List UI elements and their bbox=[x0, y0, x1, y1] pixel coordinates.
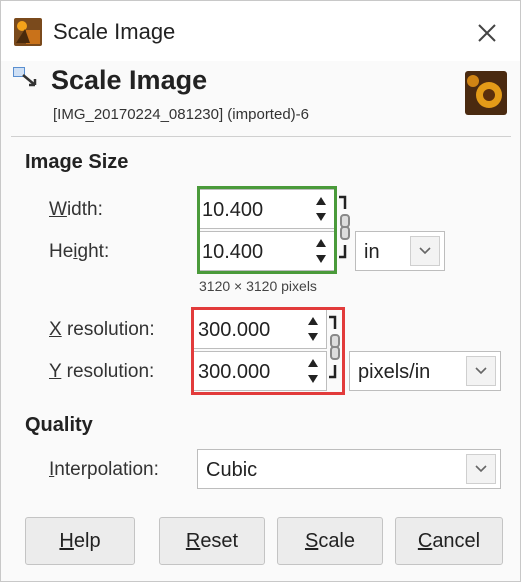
quality-section-title: Quality bbox=[25, 414, 93, 436]
image-thumbnail bbox=[465, 71, 507, 115]
chain-link-icon[interactable] bbox=[337, 193, 353, 263]
interpolation-value: Cubic bbox=[206, 459, 258, 481]
help-button[interactable]: Help bbox=[25, 517, 135, 565]
scale-tool-icon bbox=[13, 67, 37, 87]
width-label: Width: bbox=[49, 199, 103, 220]
y-resolution-label: Y resolution: bbox=[49, 361, 155, 382]
height-label: Height: bbox=[49, 241, 110, 262]
title-bar[interactable]: Scale Image bbox=[1, 1, 520, 61]
scale-image-dialog: Scale Image Scale Image [IMG_20170224_08… bbox=[0, 0, 521, 582]
dialog-heading: Scale Image bbox=[51, 65, 208, 95]
gimp-app-icon bbox=[14, 18, 42, 46]
resolution-unit-value: pixels/in bbox=[358, 361, 431, 383]
resolution-unit-dropdown[interactable]: pixels/in bbox=[349, 351, 501, 391]
image-size-section-title: Image Size bbox=[25, 151, 129, 173]
x-resolution-label: X resolution: bbox=[49, 319, 155, 340]
size-unit-value: in bbox=[364, 241, 380, 263]
interpolation-dropdown[interactable]: Cubic bbox=[197, 449, 501, 489]
image-name-subtitle: [IMG_20170224_081230] (imported)-6 bbox=[53, 106, 309, 123]
close-button[interactable] bbox=[467, 13, 507, 53]
size-highlight-box bbox=[197, 186, 337, 274]
chevron-down-icon bbox=[475, 367, 487, 375]
reset-button[interactable]: Reset bbox=[159, 517, 265, 565]
chevron-down-icon bbox=[475, 465, 487, 473]
chevron-down-icon bbox=[419, 247, 431, 255]
pixel-dimensions: 3120 × 3120 pixels bbox=[199, 278, 317, 294]
close-icon bbox=[478, 24, 496, 42]
interpolation-label: Interpolation: bbox=[49, 459, 159, 480]
cancel-button[interactable]: Cancel bbox=[395, 517, 503, 565]
header-separator bbox=[11, 136, 511, 137]
resolution-highlight-box bbox=[191, 307, 345, 395]
scale-button[interactable]: Scale bbox=[277, 517, 383, 565]
size-unit-dropdown[interactable]: in bbox=[355, 231, 445, 271]
window-title: Scale Image bbox=[53, 19, 176, 44]
